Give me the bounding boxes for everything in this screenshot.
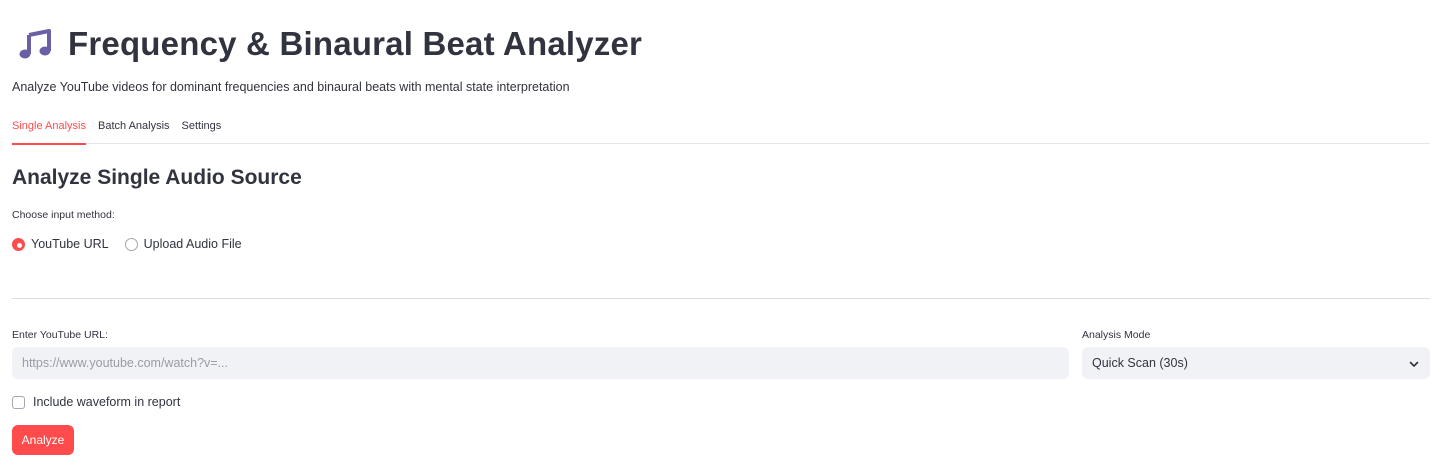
- radio-upload-audio-file[interactable]: Upload Audio File: [124, 237, 242, 251]
- section-heading: Analyze Single Audio Source: [12, 166, 302, 189]
- input-method-radio-group: YouTube URL Upload Audio File: [12, 237, 258, 251]
- page-subtitle: Analyze YouTube videos for dominant freq…: [12, 80, 570, 94]
- waveform-checkbox-label: Include waveform in report: [33, 395, 181, 409]
- chevron-down-icon: [1408, 357, 1420, 369]
- radio-youtube-url-label: YouTube URL: [31, 237, 109, 251]
- radio-checked-icon[interactable]: [12, 237, 25, 251]
- tab-single-analysis[interactable]: Single Analysis: [12, 112, 86, 145]
- musical-notes-icon: [18, 26, 54, 62]
- youtube-url-input[interactable]: [12, 347, 1069, 379]
- analysis-mode-label: Analysis Mode: [1082, 329, 1151, 341]
- radio-upload-audio-file-label: Upload Audio File: [143, 237, 242, 251]
- analysis-mode-value: Quick Scan (30s): [1092, 356, 1188, 370]
- youtube-url-label: Enter YouTube URL:: [12, 329, 108, 341]
- waveform-checkbox-row[interactable]: Include waveform in report: [12, 395, 180, 409]
- tab-bar: Single Analysis Batch Analysis Settings: [12, 112, 1430, 145]
- tab-settings[interactable]: Settings: [182, 112, 222, 144]
- section-divider: [12, 298, 1430, 299]
- waveform-checkbox[interactable]: [12, 395, 25, 409]
- page-title: Frequency & Binaural Beat Analyzer: [68, 25, 643, 62]
- input-method-label: Choose input method:: [12, 209, 115, 221]
- analysis-mode-select[interactable]: Quick Scan (30s): [1082, 347, 1430, 379]
- page-header: Frequency & Binaural Beat Analyzer: [18, 22, 642, 66]
- tab-batch-analysis[interactable]: Batch Analysis: [98, 112, 170, 144]
- radio-youtube-url[interactable]: YouTube URL: [12, 237, 109, 251]
- radio-unchecked-icon[interactable]: [124, 237, 138, 251]
- analyze-button[interactable]: Analyze: [12, 425, 74, 455]
